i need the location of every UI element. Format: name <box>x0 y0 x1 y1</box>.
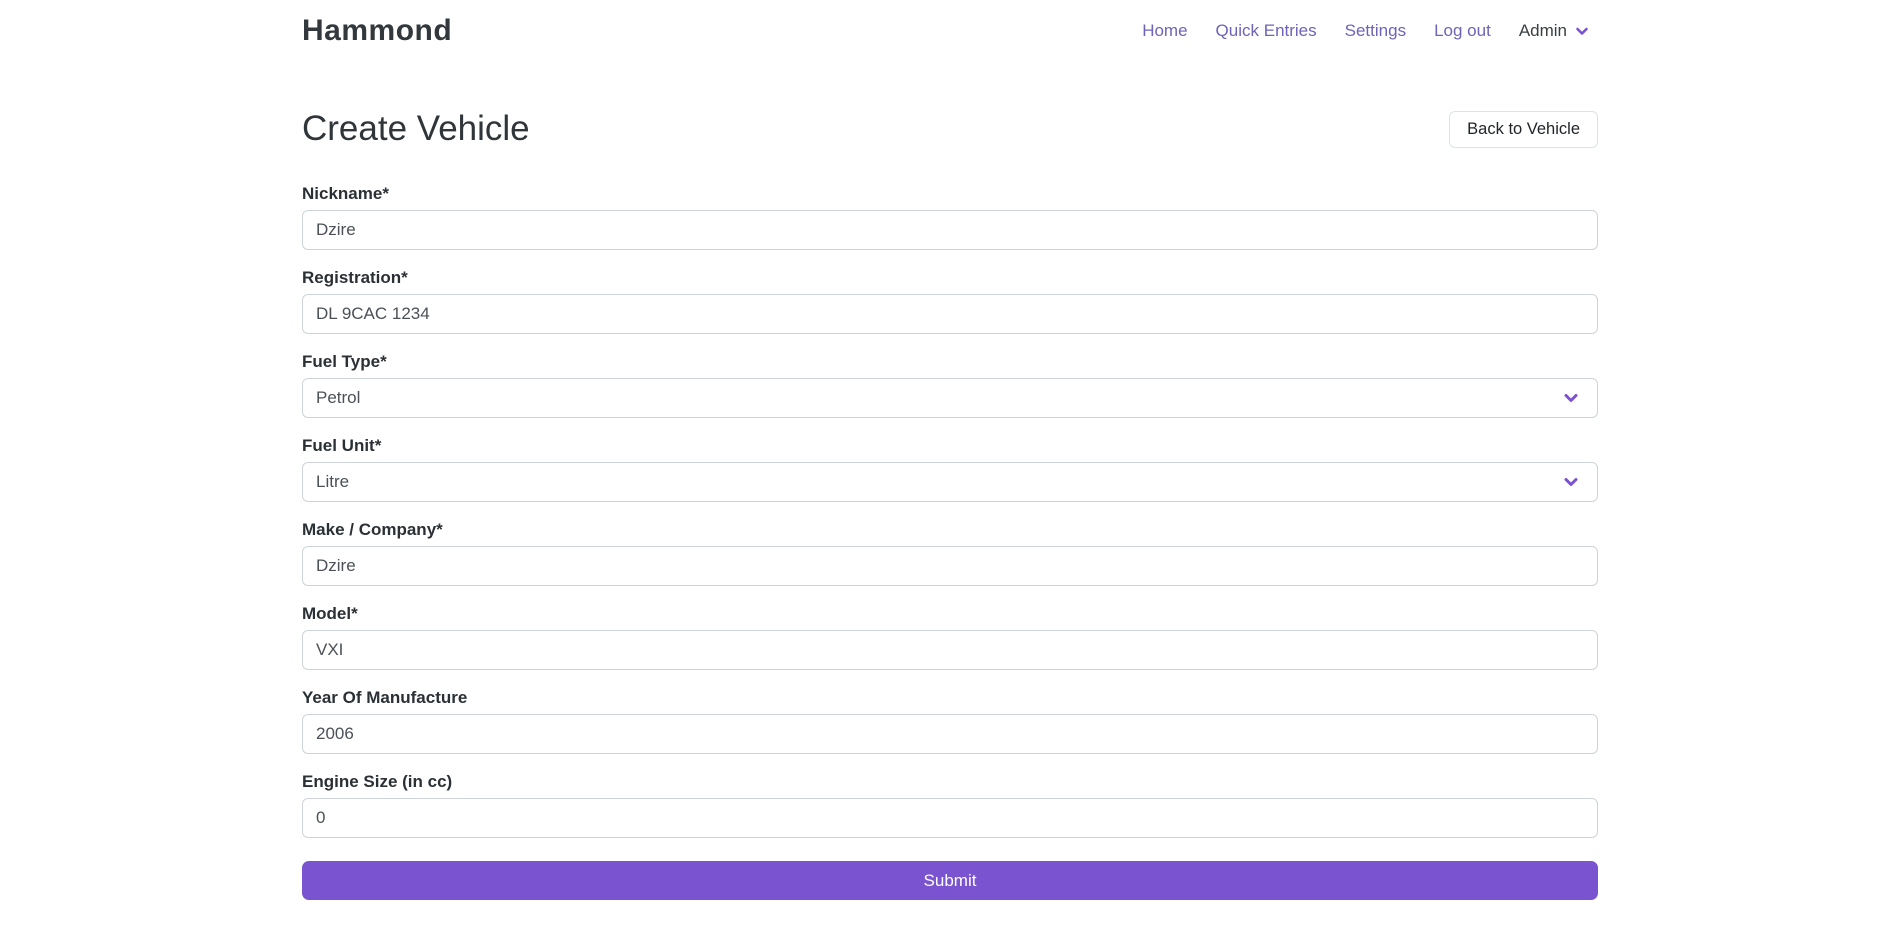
engine-size-label: Engine Size (in cc) <box>302 770 1598 794</box>
main-content: Create Vehicle Back to Vehicle Nickname*… <box>302 106 1598 900</box>
year-of-manufacture-input[interactable] <box>302 714 1598 754</box>
back-to-vehicle-button[interactable]: Back to Vehicle <box>1449 111 1598 148</box>
fuel-type-label: Fuel Type* <box>302 350 1598 374</box>
fuel-type-selected-value: Petrol <box>316 388 360 408</box>
make-company-label: Make / Company* <box>302 518 1598 542</box>
nav-link-logout[interactable]: Log out <box>1423 15 1502 47</box>
header: Hammond Home Quick Entries Settings Log … <box>0 0 1900 64</box>
brand-logo[interactable]: Hammond <box>302 14 452 48</box>
form-group-fuel-type: Fuel Type* Petrol <box>302 350 1598 418</box>
year-of-manufacture-label: Year Of Manufacture <box>302 686 1598 710</box>
fuel-unit-selected-value: Litre <box>316 472 349 492</box>
form-group-year-of-manufacture: Year Of Manufacture <box>302 686 1598 754</box>
form-group-fuel-unit: Fuel Unit* Litre <box>302 434 1598 502</box>
nickname-label: Nickname* <box>302 182 1598 206</box>
submit-button[interactable]: Submit <box>302 861 1598 900</box>
page-title: Create Vehicle <box>302 106 530 152</box>
chevron-down-icon <box>1561 388 1581 408</box>
fuel-type-select[interactable]: Petrol <box>302 378 1598 418</box>
make-company-input[interactable] <box>302 546 1598 586</box>
form-group-nickname: Nickname* <box>302 182 1598 250</box>
create-vehicle-page: Hammond Home Quick Entries Settings Log … <box>0 0 1900 925</box>
registration-input[interactable] <box>302 294 1598 334</box>
main-nav: Home Quick Entries Settings Log out Admi… <box>1131 15 1598 47</box>
nav-dropdown-admin[interactable]: Admin <box>1508 15 1598 47</box>
nav-admin-label: Admin <box>1519 21 1567 41</box>
create-vehicle-form: Nickname* Registration* Fuel Type* Petro… <box>302 182 1598 900</box>
fuel-unit-label: Fuel Unit* <box>302 434 1598 458</box>
model-label: Model* <box>302 602 1598 626</box>
nav-link-quick-entries[interactable]: Quick Entries <box>1205 15 1328 47</box>
chevron-down-icon <box>1561 472 1581 492</box>
fuel-unit-select[interactable]: Litre <box>302 462 1598 502</box>
form-group-model: Model* <box>302 602 1598 670</box>
form-group-make-company: Make / Company* <box>302 518 1598 586</box>
nickname-input[interactable] <box>302 210 1598 250</box>
nav-link-home[interactable]: Home <box>1131 15 1198 47</box>
chevron-down-icon <box>1574 23 1590 39</box>
engine-size-input[interactable] <box>302 798 1598 838</box>
model-input[interactable] <box>302 630 1598 670</box>
nav-link-settings[interactable]: Settings <box>1334 15 1417 47</box>
form-group-engine-size: Engine Size (in cc) <box>302 770 1598 838</box>
registration-label: Registration* <box>302 266 1598 290</box>
form-group-registration: Registration* <box>302 266 1598 334</box>
title-row: Create Vehicle Back to Vehicle <box>302 106 1598 152</box>
